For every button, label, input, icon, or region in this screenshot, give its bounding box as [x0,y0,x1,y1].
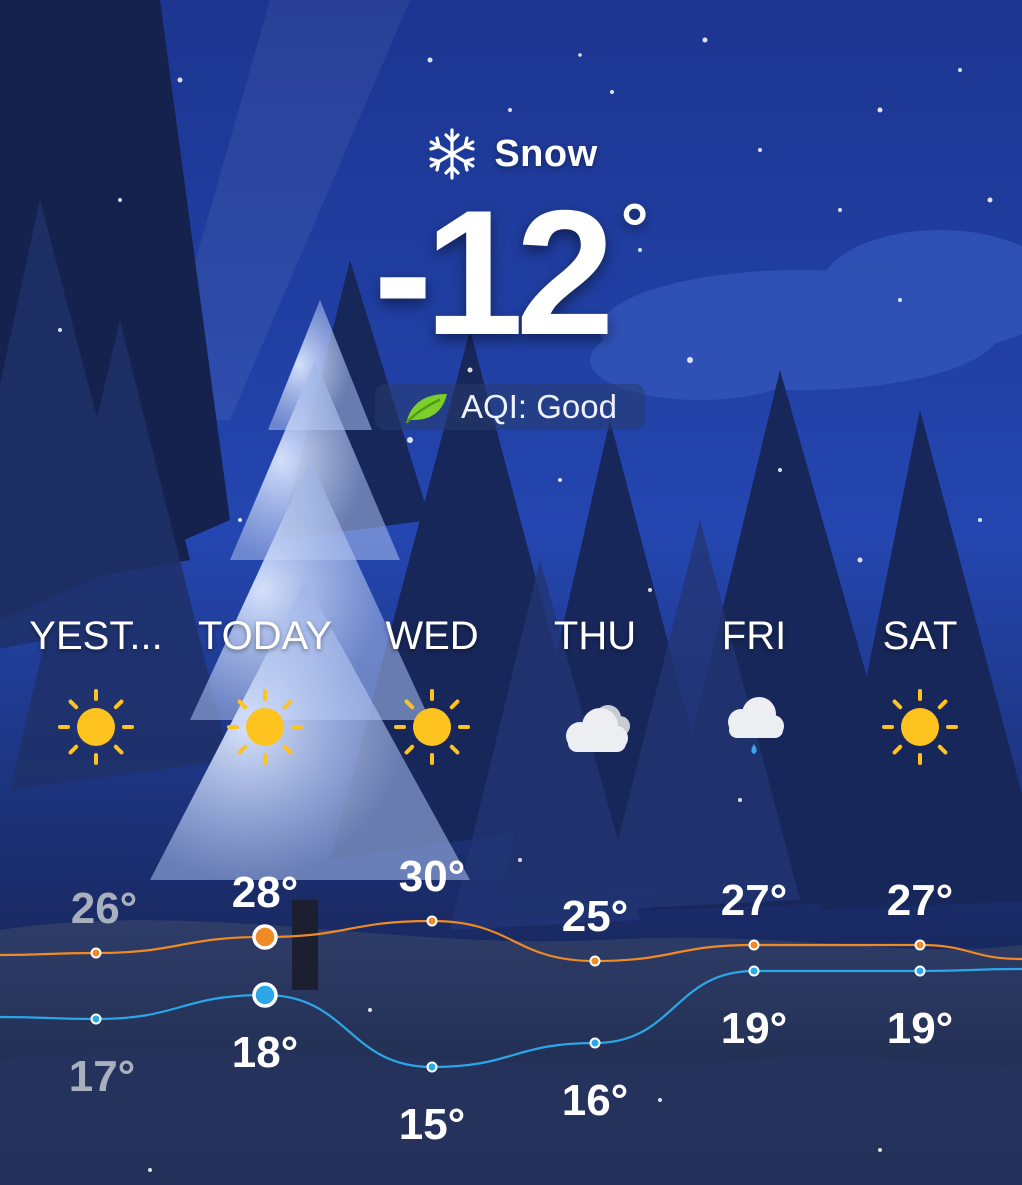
low-temp-point-3 [589,1037,601,1049]
aqi-badge[interactable]: AQI: Good [375,384,645,430]
low-temp-point-1 [252,982,278,1008]
temperature-value: -12 [373,173,614,372]
low-temp-point-4 [748,965,760,977]
current-conditions: Snow -12 ° AQI: Good [0,0,1022,460]
low-temp-point-0 [90,1013,102,1025]
high-temp-point-4 [748,939,760,951]
high-temp-point-3 [589,955,601,967]
low-temp-label-5: 19° [887,1004,954,1053]
low-temp-label-2: 15° [399,1100,466,1149]
high-temp-point-0 [90,947,102,959]
low-temp-label-3: 16° [562,1076,629,1125]
low-temp-label-1: 18° [232,1028,299,1077]
high-temp-point-5 [914,939,926,951]
condition-label: Snow [494,132,598,175]
temperature-chart: 26° 17° 28° 18° 30° 15° 25° 16° 27° 19° 27° 19° [0,852,1022,1149]
low-temperature-line [0,967,1022,1069]
current-temperature: -12 ° [0,178,1022,368]
low-temp-point-2 [426,1061,438,1073]
low-temp-label-0: 17° [69,1052,136,1101]
high-temp-label-1: 28° [232,868,299,917]
high-temp-label-0: 26° [71,884,138,933]
high-temp-label-4: 27° [721,876,788,925]
high-temperature-line [0,919,1022,963]
daily-forecast: YEST... TODAY WED THU FRI SAT 26° 17° 28° 18° 30°… [0,600,1022,1185]
low-temp-label-4: 19° [721,1004,788,1053]
leaf-icon [405,394,448,424]
high-temp-label-5: 27° [887,876,954,925]
low-temp-point-5 [914,965,926,977]
aqi-label: AQI: Good [461,388,617,425]
high-temp-label-2: 30° [399,852,466,901]
high-temp-point-2 [426,915,438,927]
high-temp-point-1 [252,924,278,950]
high-temp-label-3: 25° [562,892,629,941]
degree-symbol: ° [620,189,649,267]
